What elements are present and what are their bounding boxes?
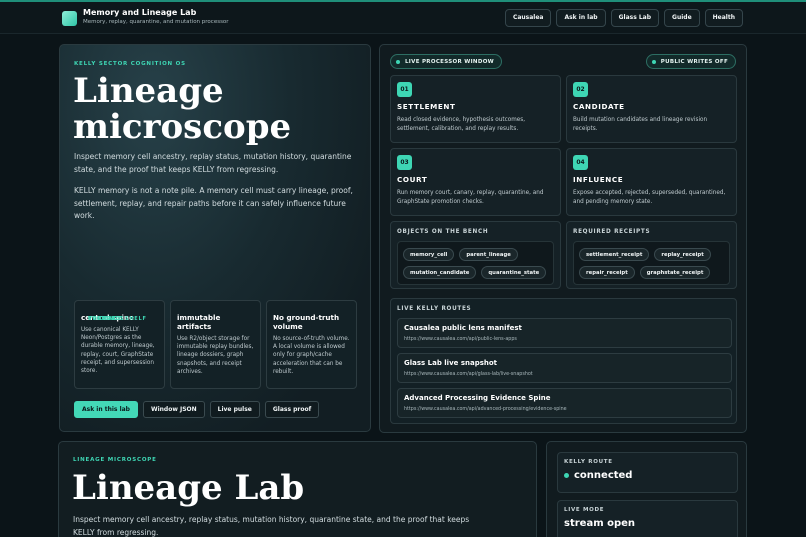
- live-routes: LIVE KELLY ROUTES Causalea public lens m…: [390, 298, 737, 424]
- route-url: https://www.causalea.com/api/advanced-pr…: [404, 407, 567, 412]
- nav-causalea-button[interactable]: Causalea: [504, 9, 552, 27]
- route-link[interactable]: Glass Lab live snapshot https://www.caus…: [397, 353, 732, 383]
- step-body: Build mutation candidates and lineage re…: [573, 117, 708, 132]
- storage-card-title: immutable artifacts: [177, 313, 221, 331]
- receipts-chip-list: settlement_receipt replay_receipt repair…: [573, 241, 730, 285]
- connected-dot-icon: [564, 473, 569, 478]
- window-json-button[interactable]: Window JSON: [142, 401, 205, 418]
- step-body: Read closed evidence, hypothesis outcome…: [397, 117, 526, 132]
- lab-eyebrow: LINEAGE MICROSCOPE: [73, 457, 157, 463]
- route-link[interactable]: Causalea public lens manifest https://ww…: [397, 318, 732, 348]
- kelly-route-text: connected: [574, 470, 633, 481]
- nav-glass-lab-button[interactable]: Glass Lab: [610, 9, 660, 27]
- step-title: INFLUENCE: [573, 175, 624, 184]
- hero-intro: Inspect memory cell ancestry, replay sta…: [74, 152, 352, 174]
- hero-card: KELLY SECTOR COGNITION OS Lineage micros…: [59, 44, 371, 432]
- top-bar: Memory and Lineage Lab Memory, replay, q…: [0, 0, 806, 34]
- step-number: 01: [397, 82, 412, 97]
- app-title: Memory and Lineage Lab: [83, 8, 197, 17]
- ask-in-this-lab-button[interactable]: Ask in this lab: [74, 401, 138, 418]
- step-title: COURT: [397, 175, 428, 184]
- live-pulse-button[interactable]: Live pulse: [209, 401, 260, 418]
- step-influence: 04 INFLUENCE Expose accepted, rejected, …: [566, 148, 737, 216]
- step-number: 03: [397, 155, 412, 170]
- route-title: Causalea public lens manifest: [404, 324, 522, 332]
- live-mode-value: stream open: [564, 518, 636, 529]
- storage-card-body: No source-of-truth volume. A local volum…: [273, 336, 350, 375]
- receipt-chip: replay_receipt: [654, 248, 711, 261]
- nav-ask-in-lab-button[interactable]: Ask in lab: [556, 9, 606, 27]
- route-title: Glass Lab live snapshot: [404, 359, 498, 367]
- status-dot-icon: [651, 59, 656, 64]
- object-chip: quarantine_state: [481, 266, 547, 279]
- object-chip: memory_cell: [403, 248, 455, 261]
- storage-card-body: Use canonical KELLY Neon/Postgres as the…: [81, 327, 155, 375]
- status-dot-icon: [396, 59, 400, 64]
- app-logo-icon: [62, 11, 77, 26]
- storage-card-eyebrow: VOLUME: [88, 316, 117, 322]
- receipts-label: REQUIRED RECEIPTS: [573, 229, 651, 235]
- hero-description: KELLY memory is not a note pile. A memor…: [74, 186, 353, 220]
- receipt-chip: settlement_receipt: [579, 248, 650, 261]
- storage-card-postgres: POSTGRES central spine Use canonical KEL…: [74, 300, 165, 389]
- objects-on-bench: OBJECTS ON THE BENCH memory_cell parent_…: [390, 221, 561, 289]
- live-mode-label: LIVE MODE: [564, 507, 605, 513]
- route-url: https://www.causalea.com/api/glass-lab/l…: [404, 372, 533, 377]
- nav-health-button[interactable]: Health: [704, 9, 743, 27]
- live-processor-badge: LIVE PROCESSOR WINDOW: [390, 54, 503, 69]
- lineage-lab-section: LINEAGE MICROSCOPE Lineage Lab Inspect m…: [58, 441, 537, 537]
- kelly-route-status: KELLY ROUTE connected: [557, 452, 738, 493]
- storage-cards: POSTGRES central spine Use canonical KEL…: [74, 300, 357, 389]
- step-number: 02: [573, 82, 588, 97]
- step-settlement: 01 SETTLEMENT Read closed evidence, hypo…: [390, 75, 561, 143]
- step-title: CANDIDATE: [573, 102, 625, 111]
- hero-actions: Ask in this lab Window JSON Live pulse G…: [74, 401, 320, 418]
- app-subtitle: Memory, replay, quarantine, and mutation…: [83, 19, 229, 25]
- object-chip: parent_lineage: [459, 248, 518, 261]
- storage-card-body: Use R2/object storage for immutable repl…: [177, 336, 254, 375]
- live-mode-status: LIVE MODE stream open: [557, 500, 738, 537]
- object-chip: mutation_candidate: [403, 266, 477, 279]
- step-court: 03 COURT Run memory court, canary, repla…: [390, 148, 561, 216]
- hero-eyebrow: KELLY SECTOR COGNITION OS: [74, 61, 186, 67]
- routes-label: LIVE KELLY ROUTES: [397, 306, 472, 312]
- route-link[interactable]: Advanced Processing Evidence Spine https…: [397, 388, 732, 418]
- receipt-chip: repair_receipt: [579, 266, 635, 279]
- status-sidebar: KELLY ROUTE connected LIVE MODE stream o…: [546, 441, 747, 537]
- live-processor-label: LIVE PROCESSOR WINDOW: [405, 58, 495, 65]
- lab-description: Inspect memory cell ancestry, replay sta…: [73, 515, 470, 537]
- required-receipts: REQUIRED RECEIPTS settlement_receipt rep…: [566, 221, 737, 289]
- receipt-chip: graphstate_receipt: [639, 266, 711, 279]
- public-writes-label: PUBLIC WRITES OFF: [660, 58, 728, 65]
- hero-title: Lineage microscope: [73, 71, 292, 147]
- objects-chip-list: memory_cell parent_lineage mutation_cand…: [397, 241, 554, 285]
- storage-card-volume: VOLUME No ground-truth volume No source-…: [88, 300, 357, 389]
- kelly-route-label: KELLY ROUTE: [564, 459, 613, 465]
- glass-proof-button[interactable]: Glass proof: [264, 401, 320, 418]
- step-body: Run memory court, canary, replay, quaran…: [397, 190, 544, 205]
- kelly-route-value: connected: [564, 470, 731, 481]
- route-title: Advanced Processing Evidence Spine: [404, 394, 551, 402]
- lab-title: Lineage Lab: [72, 468, 305, 508]
- processor-panel: LIVE PROCESSOR WINDOW PUBLIC WRITES OFF …: [379, 44, 747, 433]
- step-body: Expose accepted, rejected, superseded, q…: [573, 190, 726, 205]
- objects-label: OBJECTS ON THE BENCH: [397, 229, 489, 235]
- nav-guide-button[interactable]: Guide: [664, 9, 700, 27]
- step-candidate: 02 CANDIDATE Build mutation candidates a…: [566, 75, 737, 143]
- route-url: https://www.causalea.com/api/public-lens…: [404, 337, 517, 342]
- step-number: 04: [573, 155, 588, 170]
- public-writes-badge: PUBLIC WRITES OFF: [645, 54, 736, 69]
- storage-card-evidence-shelf: EVIDENCE SHELF immutable artifacts Use R…: [88, 300, 261, 389]
- storage-card-title: No ground-truth volume: [273, 313, 340, 331]
- top-nav: Causalea Ask in lab Glass Lab Guide Heal…: [504, 9, 743, 27]
- step-title: SETTLEMENT: [397, 102, 456, 111]
